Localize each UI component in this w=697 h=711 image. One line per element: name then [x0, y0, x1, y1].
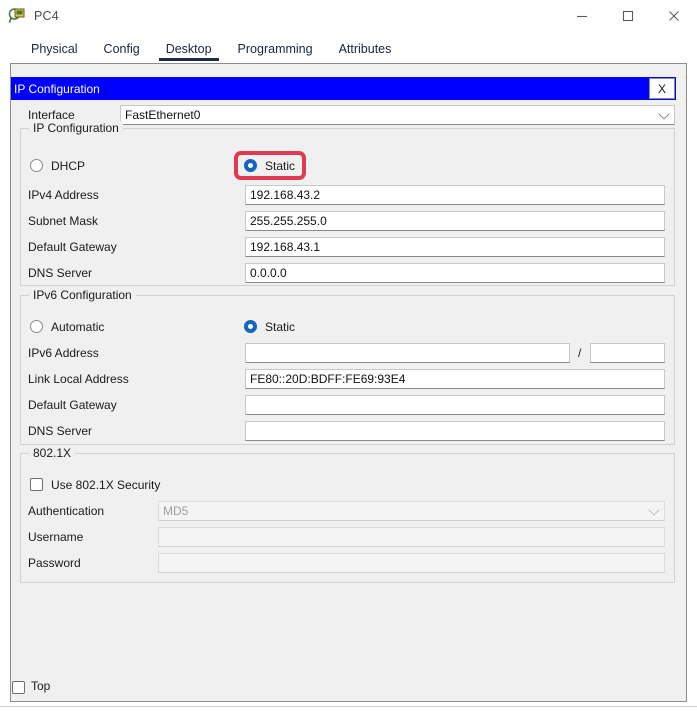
link-local-address-row: Link Local Address FE80::20D:BDFF:FE69:9… — [0, 368, 677, 390]
ipv6-default-gateway-input[interactable] — [245, 395, 665, 415]
minimize-icon[interactable] — [559, 0, 605, 31]
use-dot1x-security-label: Use 802.1X Security — [51, 478, 160, 492]
username-row: Username — [0, 526, 677, 548]
window-title: PC4 — [34, 9, 559, 23]
ipv4-address-label: IPv4 Address — [28, 184, 99, 206]
window-title-bar: PC4 — [0, 0, 697, 32]
ipv6-address-label: IPv6 Address — [28, 342, 99, 364]
ipv4-dns-server-input[interactable]: 0.0.0.0 — [245, 263, 665, 283]
window-controls — [559, 0, 697, 31]
password-row: Password — [0, 552, 677, 574]
interface-select[interactable]: FastEthernet0 — [120, 105, 675, 125]
automatic-ipv6-radio[interactable] — [30, 320, 43, 333]
interface-value: FastEthernet0 — [125, 108, 200, 122]
dot1x-group-title: 802.1X — [29, 446, 75, 460]
tab-config[interactable]: Config — [91, 42, 153, 61]
link-local-address-input[interactable]: FE80::20D:BDFF:FE69:93E4 — [245, 369, 665, 389]
tab-attributes[interactable]: Attributes — [326, 42, 405, 61]
ipv6-group-title: IPv6 Configuration — [29, 288, 136, 302]
ip-configuration-title: IP Configuration — [11, 82, 649, 96]
ip-configuration-title-bar: IP Configuration X — [11, 77, 676, 100]
tab-programming[interactable]: Programming — [225, 42, 326, 61]
username-input[interactable] — [158, 527, 665, 547]
maximize-icon[interactable] — [605, 0, 651, 31]
password-input[interactable] — [158, 553, 665, 573]
ipv4-dns-server-label: DNS Server — [28, 262, 92, 284]
ipv6-address-row: IPv6 Address / — [0, 342, 677, 364]
close-icon[interactable] — [651, 0, 697, 31]
ipv4-dns-server-row: DNS Server 0.0.0.0 — [0, 262, 677, 284]
authentication-select[interactable]: MD5 — [158, 501, 665, 521]
ipv4-default-gateway-row: Default Gateway 192.168.43.1 — [0, 236, 677, 258]
static-ipv6-label: Static — [265, 320, 295, 334]
ipv4-default-gateway-label: Default Gateway — [28, 236, 117, 258]
ipv4-address-input[interactable]: 192.168.43.2 — [245, 185, 665, 205]
ipv6-dns-server-label: DNS Server — [28, 420, 92, 442]
automatic-ipv6-label: Automatic — [51, 320, 104, 334]
static-ipv4-label: Static — [265, 159, 295, 173]
top-label: Top — [31, 679, 50, 693]
chevron-down-icon — [658, 108, 669, 119]
ipv6-address-input[interactable] — [245, 343, 570, 363]
tab-desktop[interactable]: Desktop — [153, 42, 225, 61]
authentication-label: Authentication — [28, 500, 104, 522]
subnet-mask-input[interactable]: 255.255.255.0 — [245, 211, 665, 231]
use-dot1x-security-checkbox[interactable] — [30, 478, 43, 491]
static-ipv6-radio[interactable] — [244, 320, 257, 333]
tab-bar: Physical Config Desktop Programming Attr… — [0, 31, 697, 61]
password-label: Password — [28, 552, 81, 574]
ipv6-default-gateway-row: Default Gateway — [0, 394, 677, 416]
bottom-divider — [0, 706, 697, 707]
ipv4-default-gateway-input[interactable]: 192.168.43.1 — [245, 237, 665, 257]
chevron-down-icon — [648, 504, 659, 515]
ipv6-dns-server-input[interactable] — [245, 421, 665, 441]
dhcp-radio[interactable] — [30, 159, 43, 172]
tab-physical[interactable]: Physical — [18, 42, 91, 61]
authentication-value: MD5 — [163, 504, 188, 518]
link-local-address-label: Link Local Address — [28, 368, 129, 390]
dhcp-label: DHCP — [51, 159, 85, 173]
ipv6-prefix-input[interactable] — [590, 343, 665, 363]
subnet-mask-label: Subnet Mask — [28, 210, 98, 232]
username-label: Username — [28, 526, 83, 548]
authentication-row: Authentication MD5 — [0, 500, 677, 522]
ipv6-default-gateway-label: Default Gateway — [28, 394, 117, 416]
top-checkbox[interactable] — [12, 681, 25, 694]
subnet-mask-row: Subnet Mask 255.255.255.0 — [0, 210, 677, 232]
ipv6-dns-server-row: DNS Server — [0, 420, 677, 442]
pc-magnifier-icon — [8, 7, 26, 25]
ipv6-prefix-separator: / — [578, 343, 581, 363]
ipv4-group-title: IP Configuration — [29, 121, 123, 135]
ip-configuration-close-button[interactable]: X — [649, 78, 675, 99]
ipv4-address-row: IPv4 Address 192.168.43.2 — [0, 184, 677, 206]
static-ipv4-radio[interactable] — [244, 159, 257, 172]
